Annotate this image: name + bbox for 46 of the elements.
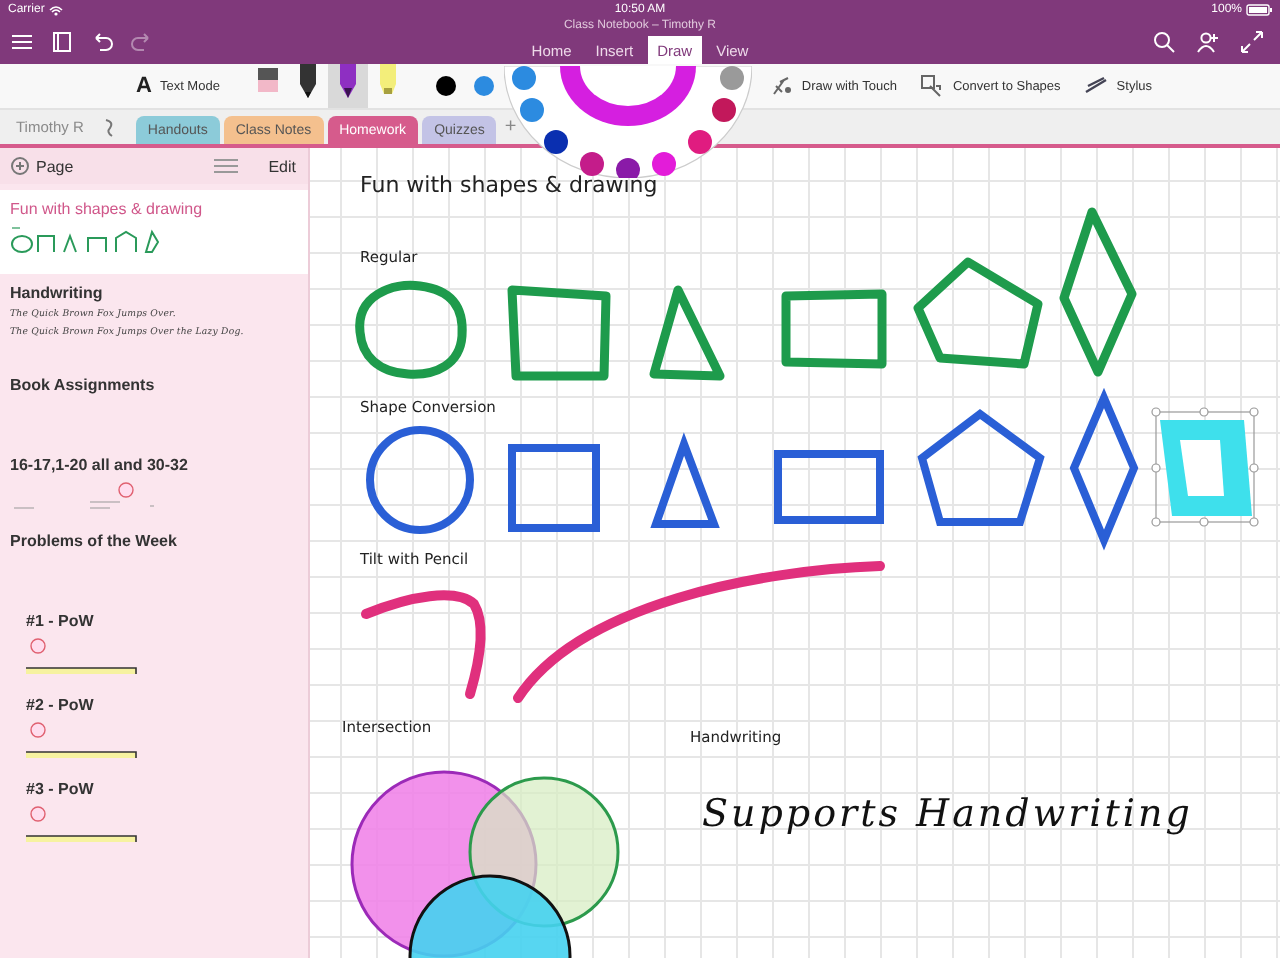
undo-button[interactable] bbox=[90, 29, 114, 53]
page-title: Problems of the Week bbox=[10, 532, 179, 550]
converted-triangle bbox=[650, 432, 720, 528]
notebook-button[interactable] bbox=[50, 29, 74, 53]
sketched-rectangle bbox=[781, 289, 887, 369]
color-picker-drawing[interactable] bbox=[504, 66, 752, 178]
page-title: 16-17,1-20 all and 30-32 bbox=[10, 456, 190, 474]
page-item[interactable]: #1 - PoW bbox=[0, 602, 308, 686]
page-title: Fun with shapes & drawing bbox=[360, 172, 658, 198]
page-title: Handwriting bbox=[10, 284, 105, 302]
page-item[interactable]: Book Assignments bbox=[0, 366, 308, 446]
page-title: Book Assignments bbox=[10, 376, 157, 394]
shapes-icon bbox=[920, 74, 945, 98]
page-item[interactable]: Fun with shapes & drawing bbox=[0, 190, 308, 274]
menu-button[interactable] bbox=[10, 29, 34, 53]
color-swatch[interactable] bbox=[473, 76, 494, 96]
page-title: Fun with shapes & drawing bbox=[10, 200, 205, 218]
finger-draw-icon bbox=[769, 74, 794, 98]
add-page-button[interactable] bbox=[10, 156, 30, 176]
converted-pentagon bbox=[917, 409, 1045, 526]
page-item[interactable]: #2 - PoW bbox=[0, 686, 308, 770]
converted-square bbox=[508, 444, 600, 532]
list-icon bbox=[214, 158, 239, 174]
sketched-triangle bbox=[649, 285, 725, 381]
search-button[interactable] bbox=[1152, 29, 1176, 53]
pane-title: Page bbox=[36, 157, 74, 175]
add-person-button[interactable] bbox=[1196, 29, 1220, 53]
sketched-square bbox=[507, 285, 611, 381]
page-title: #1 - PoW bbox=[26, 612, 96, 630]
converted-rectangle bbox=[774, 450, 884, 524]
page-item[interactable]: #3 - PoW bbox=[0, 770, 308, 854]
sketched-pentagon bbox=[913, 257, 1043, 369]
pencil-stroke bbox=[361, 590, 486, 699]
fullscreen-button[interactable] bbox=[1240, 29, 1264, 53]
color-swatch[interactable] bbox=[435, 76, 456, 96]
converted-circle bbox=[366, 426, 474, 534]
battery-icon bbox=[1246, 3, 1272, 15]
edit-button[interactable]: Edit bbox=[268, 157, 296, 175]
page-item[interactable]: 16-17,1-20 all and 30-32 bbox=[0, 446, 308, 522]
page-title: #2 - PoW bbox=[26, 696, 96, 714]
page-item[interactable]: Problems of the Week bbox=[0, 522, 308, 602]
page-title: #3 - PoW bbox=[26, 780, 96, 798]
pen-tool[interactable] bbox=[327, 64, 368, 108]
stylus-icon bbox=[1084, 74, 1109, 98]
handwritten-text: Supports Handwriting bbox=[702, 792, 1193, 836]
wifi-icon bbox=[48, 3, 65, 15]
